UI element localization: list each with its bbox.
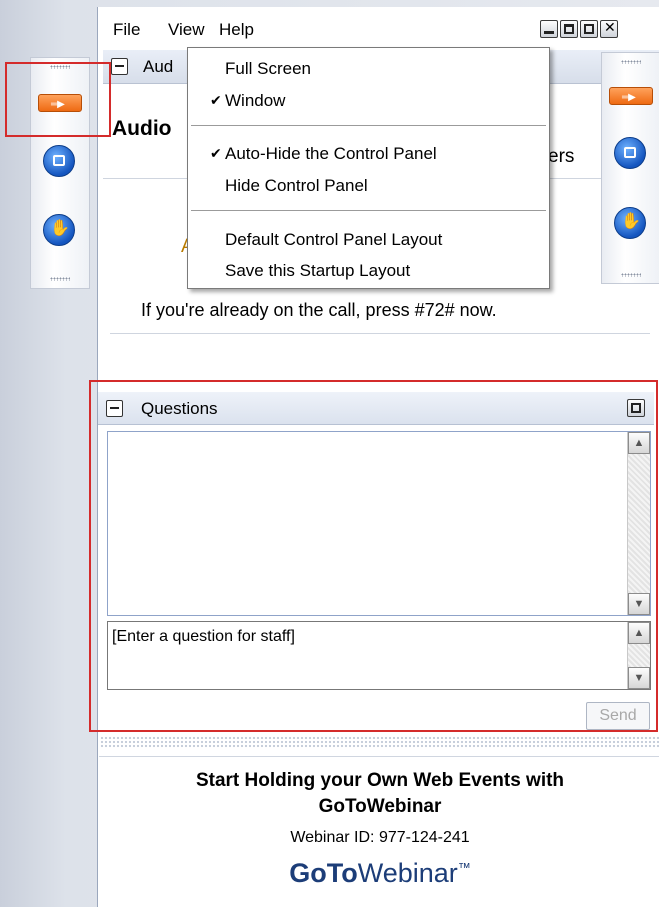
call-instruction: If you're already on the call, press #72… [141, 300, 497, 320]
menu-item-save-layout[interactable]: Save this Startup Layout [225, 261, 410, 281]
raise-hand-icon: ✋ [50, 220, 70, 237]
menu-view[interactable]: View [168, 20, 205, 40]
grip-icon[interactable] [621, 60, 641, 64]
screen-icon [53, 155, 65, 166]
popout-button[interactable] [580, 20, 598, 38]
promo-text[interactable]: Start Holding your Own Web Events with [99, 770, 659, 792]
raise-hand-button[interactable]: ✋ [43, 214, 75, 246]
raise-hand-button[interactable]: ✋ [614, 207, 646, 239]
toolbar-highlight [5, 62, 111, 137]
view-menu: Full Screen ✔ Window ✔ Auto-Hide the Contr… [187, 47, 550, 289]
screen-button[interactable] [614, 137, 646, 169]
minimize-button[interactable] [540, 20, 558, 38]
maximize-button[interactable] [560, 20, 578, 38]
grip-icon[interactable] [50, 277, 70, 281]
arrow-right-icon: ═▶ [622, 92, 636, 103]
screen-button[interactable] [43, 145, 75, 177]
menu-item-window[interactable]: ✔ Window [210, 91, 285, 111]
popout-icon [584, 24, 594, 34]
menu-separator [191, 125, 546, 126]
grip-icon[interactable] [621, 273, 641, 277]
close-icon: ✕ [604, 19, 616, 35]
menu-item-full-screen[interactable]: Full Screen [225, 59, 311, 79]
menu-file[interactable]: File [113, 20, 140, 40]
screen-icon [624, 147, 636, 158]
divider [110, 333, 650, 334]
gotowebinar-logo: GoToWebinar™ [289, 858, 471, 888]
close-button[interactable]: ✕ [600, 19, 618, 38]
promo-product[interactable]: GoToWebinar [99, 796, 659, 818]
webinar-id: Webinar ID: 977-124-241 [290, 829, 470, 846]
raise-hand-icon: ✋ [621, 213, 641, 230]
questions-highlight [89, 380, 658, 732]
menu-item-hide-panel[interactable]: Hide Control Panel [225, 176, 368, 196]
audio-title: Audio [112, 117, 172, 140]
audio-header-title: Aud [143, 57, 174, 76]
menu-bar: File View Help ✕ [97, 12, 659, 48]
check-icon: ✔ [210, 92, 222, 108]
minimize-icon [544, 31, 554, 34]
show-panel-button[interactable]: ═▶ [609, 87, 653, 105]
collapse-icon[interactable] [111, 58, 128, 75]
menu-item-auto-hide[interactable]: ✔ Auto-Hide the Control Panel [210, 144, 437, 164]
panel-resize-grip[interactable] [100, 736, 659, 748]
right-toolbar: ═▶ ✋ [601, 52, 659, 284]
maximize-icon [564, 24, 574, 34]
menu-separator [191, 210, 546, 211]
audio-title-trailing: ers [548, 146, 575, 167]
menu-help[interactable]: Help [219, 20, 254, 40]
menu-item-default-layout[interactable]: Default Control Panel Layout [225, 230, 442, 250]
check-icon: ✔ [210, 145, 222, 161]
